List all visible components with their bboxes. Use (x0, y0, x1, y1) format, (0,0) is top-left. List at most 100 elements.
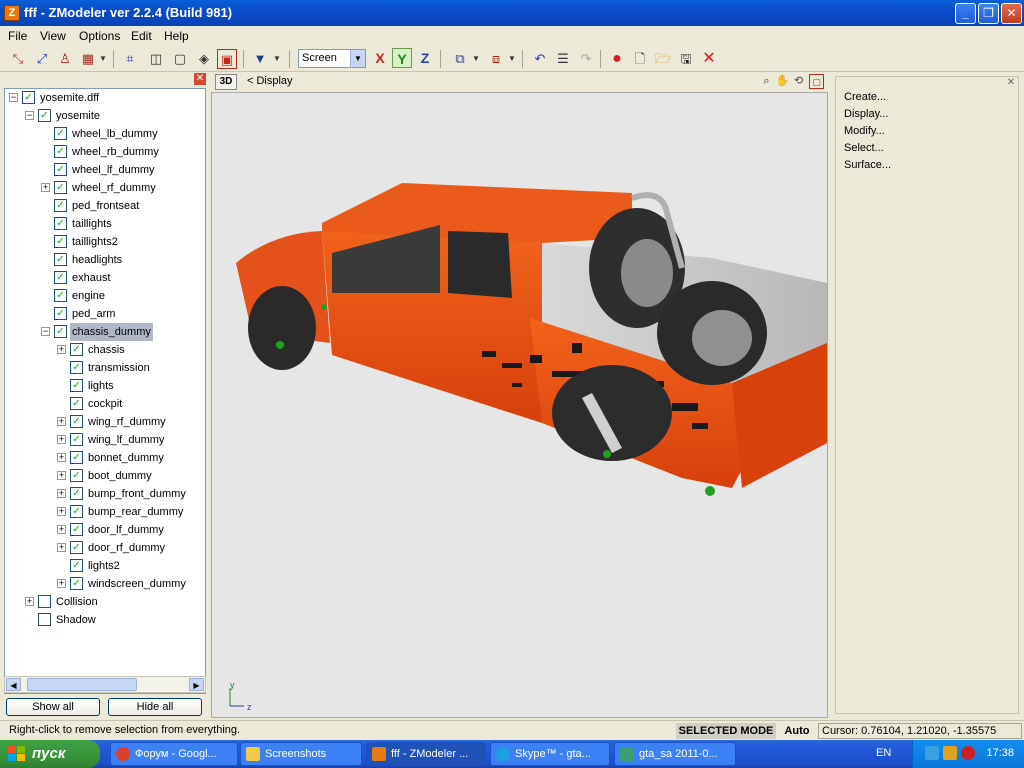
hide-all-button[interactable]: Hide all (108, 698, 202, 716)
object-mode-icon[interactable]: ◈ (194, 49, 214, 69)
command-create[interactable]: Create... (844, 91, 886, 103)
collapse-icon[interactable]: − (41, 327, 50, 336)
visibility-checkbox[interactable]: ✓ (70, 541, 83, 554)
expand-icon[interactable]: + (57, 543, 66, 552)
select-cursor-icon[interactable]: ⤡ (8, 49, 28, 69)
command-select[interactable]: Select... (844, 142, 884, 154)
delete-x-icon[interactable]: ✕ (699, 49, 719, 69)
rotate-icon[interactable]: ⟲ (791, 74, 806, 89)
expand-icon[interactable]: + (41, 183, 50, 192)
render-options-icon[interactable]: ⧉ (450, 49, 470, 69)
record-icon[interactable]: ● (607, 49, 627, 69)
scroll-right-icon[interactable]: ▶ (189, 678, 204, 691)
start-button[interactable]: пуск (0, 740, 100, 768)
task-screenshots-folder[interactable]: Screenshots (240, 742, 362, 766)
menu-edit[interactable]: Edit (131, 29, 152, 43)
new-file-icon[interactable]: 🗋 (630, 49, 650, 69)
visibility-checkbox[interactable]: ✓ (54, 325, 67, 338)
tree-node[interactable]: + ✓ windscreen_dummy (5, 575, 205, 593)
maximize-button[interactable]: ❐ (978, 3, 999, 24)
command-surface[interactable]: Surface... (844, 159, 891, 171)
tree-node[interactable]: + ✓ chassis (5, 341, 205, 359)
menu-options[interactable]: Options (79, 29, 120, 43)
select-person-icon[interactable]: ♙ (55, 49, 75, 69)
tree-node[interactable]: ✓ cockpit (5, 395, 205, 413)
save-disk-icon[interactable]: 🖫 (676, 49, 696, 69)
visibility-checkbox[interactable]: ✓ (54, 217, 67, 230)
tree-node[interactable]: + ✓ boot_dummy (5, 467, 205, 485)
tree-node[interactable]: ✓ exhaust (5, 269, 205, 287)
tree-node[interactable]: ✓ transmission (5, 359, 205, 377)
command-display[interactable]: Display... (844, 108, 888, 120)
menu-help[interactable]: Help (164, 29, 189, 43)
visibility-checkbox[interactable]: ✓ (70, 379, 83, 392)
menu-view[interactable]: View (40, 29, 66, 43)
dropdown-arrow-icon[interactable]: ▼ (272, 49, 282, 69)
visibility-checkbox[interactable]: ✓ (54, 253, 67, 266)
task-gta-image[interactable]: gta_sa 2011-0... (614, 742, 736, 766)
zmodeler-app-icon[interactable]: Z (4, 5, 20, 21)
tree-node[interactable]: ✓ wheel_rb_dummy (5, 143, 205, 161)
auto-indicator[interactable]: Auto (780, 723, 814, 739)
clock[interactable]: 17:38 (986, 747, 1014, 759)
tree-node[interactable]: + ✓ bump_rear_dummy (5, 503, 205, 521)
tree-node[interactable]: + ✓ wheel_rf_dummy (5, 179, 205, 197)
viewport-breadcrumb[interactable]: < Display (247, 75, 293, 87)
tree-node[interactable]: ✓ taillights2 (5, 233, 205, 251)
wheel-dummy-marker[interactable] (603, 450, 611, 458)
visibility-checkbox[interactable]: ✓ (54, 271, 67, 284)
vertex-mode-icon[interactable]: ⌗ (120, 49, 140, 69)
axis-y-button[interactable]: Y (392, 48, 412, 68)
close-panel-icon[interactable]: ✕ (1006, 78, 1016, 88)
maximize-viewport-icon[interactable]: ▢ (809, 74, 824, 89)
tree-node[interactable]: − ✓ chassis_dummy (5, 323, 205, 341)
visibility-checkbox[interactable]: ✓ (54, 199, 67, 212)
expand-icon[interactable]: + (57, 453, 66, 462)
tree-node[interactable]: ✓ taillights (5, 215, 205, 233)
tree-node[interactable]: + ✓ door_rf_dummy (5, 539, 205, 557)
expand-icon[interactable]: + (57, 507, 66, 516)
wheel-dummy-marker[interactable] (276, 341, 284, 349)
expand-icon[interactable]: + (57, 579, 66, 588)
edge-mode-icon[interactable]: ◫ (146, 49, 166, 69)
visibility-checkbox[interactable]: ✓ (70, 361, 83, 374)
tree-node[interactable]: + ✓ wing_rf_dummy (5, 413, 205, 431)
expand-icon[interactable]: + (57, 435, 66, 444)
tree-node[interactable]: + ✓ wing_lf_dummy (5, 431, 205, 449)
tree-node[interactable]: − ✓ yosemite.dff (5, 89, 205, 107)
task-skype[interactable]: Skype™ - gta... (490, 742, 610, 766)
tree-node[interactable]: ✓ lights (5, 377, 205, 395)
dummy-marker[interactable] (321, 304, 327, 310)
expand-icon[interactable]: + (57, 345, 66, 354)
expand-icon[interactable]: + (57, 489, 66, 498)
visibility-checkbox[interactable]: ✓ (70, 451, 83, 464)
tree-node[interactable]: ✓ ped_frontseat (5, 197, 205, 215)
show-all-button[interactable]: Show all (6, 698, 100, 716)
lighting-options-icon[interactable]: ⧈ (486, 49, 506, 69)
3d-viewport[interactable]: y z (211, 92, 828, 718)
language-indicator[interactable]: EN (876, 747, 891, 759)
tree-node[interactable]: Shadow (5, 611, 205, 629)
task-chrome-forum[interactable]: Форум - Googl... (110, 742, 238, 766)
visibility-checkbox[interactable]: ✓ (70, 343, 83, 356)
minimize-button[interactable]: _ (955, 3, 976, 24)
visibility-checkbox[interactable]: ✓ (54, 181, 67, 194)
volume-muted-icon[interactable] (961, 746, 975, 760)
visibility-checkbox[interactable]: ✓ (70, 505, 83, 518)
face-mode-icon[interactable]: ▢ (170, 49, 190, 69)
pan-hand-icon[interactable]: ✋ (775, 74, 790, 89)
tree-node[interactable]: ✓ wheel_lb_dummy (5, 125, 205, 143)
tree-node[interactable]: + ✓ door_lf_dummy (5, 521, 205, 539)
undo-icon[interactable]: ↶ (530, 49, 550, 69)
visibility-checkbox[interactable]: ✓ (54, 127, 67, 140)
tree-node[interactable]: − ✓ yosemite (5, 107, 205, 125)
menu-file[interactable]: File (8, 29, 27, 43)
coord-space-select[interactable]: Screen ▼ (298, 49, 366, 68)
expand-icon[interactable]: + (57, 471, 66, 480)
visibility-checkbox[interactable]: ✓ (22, 91, 35, 104)
expand-icon[interactable]: + (57, 525, 66, 534)
visibility-checkbox[interactable]: ✓ (70, 397, 83, 410)
select-options-icon[interactable]: ▦ (78, 49, 98, 69)
select-multi-icon[interactable]: ⤢ (32, 49, 52, 69)
visibility-checkbox[interactable]: ✓ (70, 523, 83, 536)
